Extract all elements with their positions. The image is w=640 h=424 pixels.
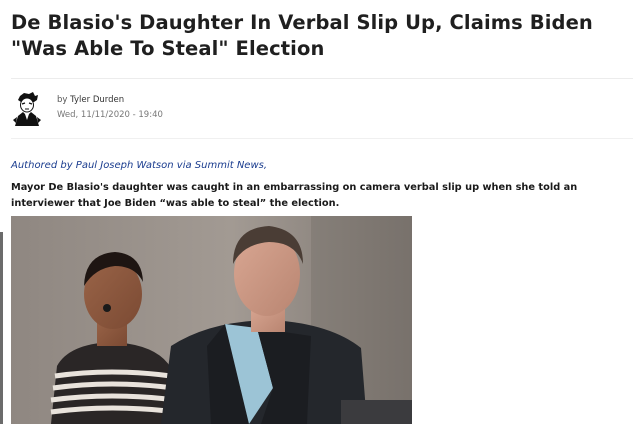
- authored-by-link[interactable]: Authored by Paul Joseph Watson via Summi…: [11, 160, 267, 171]
- left-edge-rule: [0, 232, 3, 424]
- article-headline: De Blasio's Daughter In Verbal Slip Up, …: [11, 11, 593, 60]
- header-divider: [11, 78, 633, 79]
- author-name-link[interactable]: Tyler Durden: [70, 95, 124, 105]
- publish-date: Wed, 11/11/2020 - 19:40: [57, 110, 163, 120]
- author-avatar-icon[interactable]: [12, 92, 42, 126]
- article-photo: [11, 216, 412, 424]
- byline-divider: [11, 138, 633, 139]
- byline: by Tyler Durden: [57, 95, 124, 105]
- article-lede: Mayor De Blasio's daughter was caught in…: [11, 182, 578, 209]
- byline-prefix: by: [57, 95, 68, 105]
